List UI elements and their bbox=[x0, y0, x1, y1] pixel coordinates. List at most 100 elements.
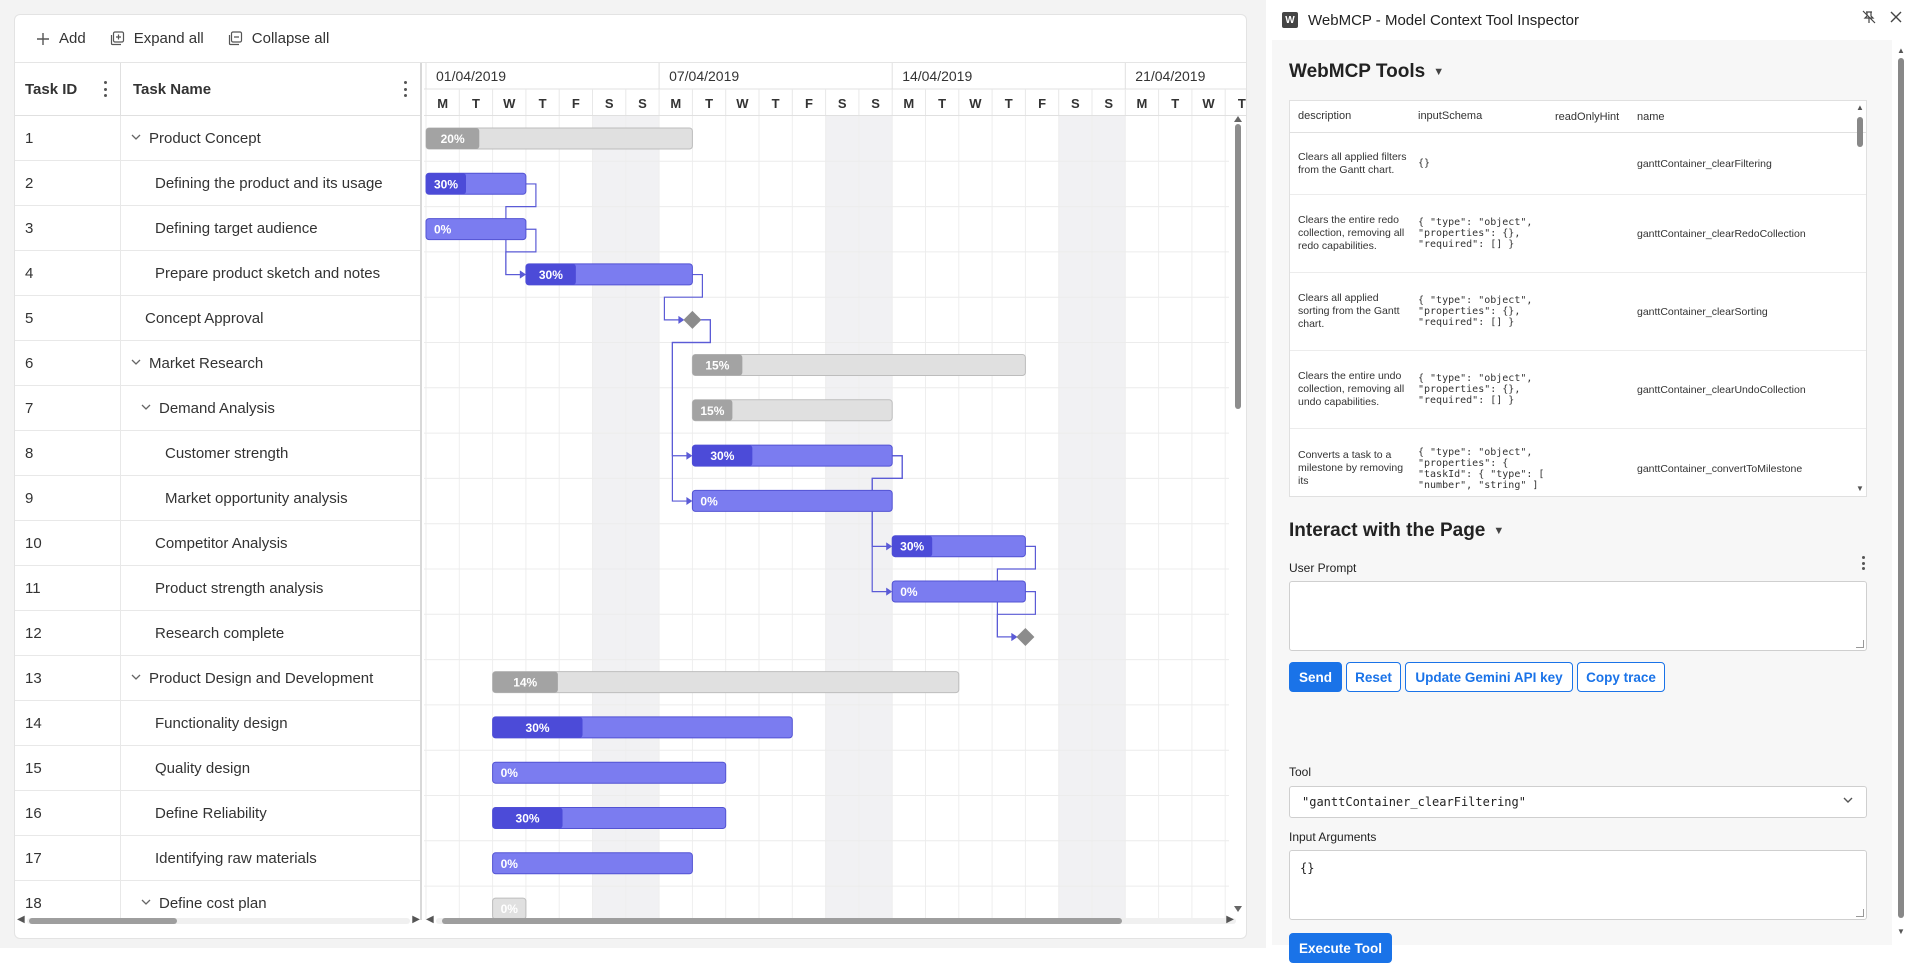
parent-task-bar[interactable]: 15% bbox=[691, 354, 1026, 376]
task-row[interactable]: 2 Defining the product and its usage bbox=[15, 161, 420, 206]
input-arguments-input[interactable]: {} bbox=[1289, 850, 1867, 920]
task-bar[interactable]: 30% bbox=[425, 172, 527, 195]
send-button[interactable]: Send bbox=[1289, 662, 1342, 692]
chevron-down-icon[interactable] bbox=[141, 402, 155, 415]
milestone-marker[interactable] bbox=[1016, 627, 1035, 646]
update-api-key-button[interactable]: Update Gemini API key bbox=[1405, 662, 1573, 692]
scroll-up-icon[interactable] bbox=[1234, 116, 1242, 122]
collapse-all-button[interactable]: Collapse all bbox=[228, 30, 329, 47]
task-bar[interactable]: 30% bbox=[691, 444, 893, 467]
task-row[interactable]: 16 Define Reliability bbox=[15, 791, 420, 836]
task-row[interactable]: 14 Functionality design bbox=[15, 701, 420, 746]
scrollbar-thumb[interactable] bbox=[1235, 124, 1241, 409]
scroll-left-icon[interactable]: ◀ bbox=[17, 914, 25, 925]
task-row[interactable]: 9 Market opportunity analysis bbox=[15, 476, 420, 521]
column-header-task-name[interactable]: Task Name bbox=[121, 63, 420, 116]
task-bar[interactable]: 0% bbox=[891, 580, 1026, 603]
tool-select[interactable]: "ganttContainer_clearFiltering" bbox=[1289, 786, 1867, 818]
prompt-menu-icon[interactable] bbox=[1862, 556, 1866, 570]
task-bar[interactable]: 30% bbox=[492, 716, 793, 739]
task-bar[interactable]: 0% bbox=[492, 852, 693, 875]
chart-horizontal-scrollbar[interactable]: ◀ ▶ bbox=[424, 914, 1246, 926]
caret-down-icon: ▼ bbox=[1433, 66, 1445, 78]
tools-table-scrollbar[interactable]: ▲ ▼ bbox=[1856, 103, 1864, 493]
task-id-cell: 16 bbox=[15, 791, 121, 835]
chevron-down-icon[interactable] bbox=[131, 132, 145, 145]
scroll-left-icon[interactable]: ◀ bbox=[426, 914, 434, 925]
chevron-down-icon[interactable] bbox=[131, 357, 145, 370]
chevron-down-icon[interactable] bbox=[131, 672, 145, 685]
copy-trace-button[interactable]: Copy trace bbox=[1577, 662, 1665, 692]
column-menu-icon[interactable] bbox=[104, 81, 108, 97]
tool-row[interactable]: Clears all applied filters from the Gant… bbox=[1290, 133, 1866, 195]
tool-row[interactable]: Clears the entire redo collection, remov… bbox=[1290, 195, 1866, 273]
task-row[interactable]: 11 Product strength analysis bbox=[15, 566, 420, 611]
chart-vertical-scrollbar[interactable] bbox=[1234, 116, 1242, 912]
task-row[interactable]: 10 Competitor Analysis bbox=[15, 521, 420, 566]
scroll-right-icon[interactable]: ▶ bbox=[1226, 914, 1234, 925]
tools-section-header[interactable]: WebMCP Tools ▼ bbox=[1289, 61, 1444, 83]
execute-tool-button[interactable]: Execute Tool bbox=[1289, 933, 1392, 963]
task-row[interactable]: 6 Market Research bbox=[15, 341, 420, 386]
close-icon[interactable] bbox=[1890, 10, 1902, 28]
task-row[interactable]: 15 Quality design bbox=[15, 746, 420, 791]
task-row[interactable]: 7 Demand Analysis bbox=[15, 386, 420, 431]
timeline-body: 20% 30% 0% 30% 15% 15% 30% 0% 30% 0% 14% 30% 0% 30% 0%… bbox=[424, 116, 1242, 920]
task-id-cell: 4 bbox=[15, 251, 121, 295]
milestone-marker[interactable] bbox=[683, 310, 702, 329]
inspector-scrollbar[interactable]: ▲ ▼ bbox=[1896, 46, 1906, 936]
scroll-down-icon[interactable] bbox=[1234, 906, 1242, 912]
progress-label: 0% bbox=[434, 223, 452, 237]
parent-task-bar[interactable]: 15% bbox=[691, 399, 893, 422]
parent-task-bar[interactable]: 14% bbox=[492, 671, 960, 694]
column-menu-icon[interactable] bbox=[404, 81, 408, 97]
scrollbar-thumb[interactable] bbox=[1857, 117, 1863, 147]
reset-button[interactable]: Reset bbox=[1346, 662, 1401, 692]
task-row[interactable]: 17 Identifying raw materials bbox=[15, 836, 420, 881]
user-prompt-input[interactable] bbox=[1289, 581, 1867, 651]
task-bar[interactable]: 0% bbox=[425, 218, 527, 241]
resize-handle-icon[interactable] bbox=[1856, 640, 1864, 648]
task-bar[interactable]: 30% bbox=[492, 807, 727, 829]
grid-horizontal-scrollbar[interactable]: ◀ ▶ bbox=[15, 914, 422, 926]
tool-row[interactable]: Clears all applied sorting from the Gant… bbox=[1290, 273, 1866, 351]
gantt-container: Add Expand all Collapse all Task ID Task… bbox=[14, 14, 1247, 939]
task-row[interactable]: 3 Defining target audience bbox=[15, 206, 420, 251]
task-row[interactable]: 12 Research complete bbox=[15, 611, 420, 656]
task-row[interactable]: 5 Concept Approval bbox=[15, 296, 420, 341]
chevron-down-icon[interactable] bbox=[141, 897, 155, 910]
scroll-right-icon[interactable]: ▶ bbox=[412, 914, 420, 925]
task-row[interactable]: 4 Prepare product sketch and notes bbox=[15, 251, 420, 296]
tool-row[interactable]: Converts a task to a milestone by removi… bbox=[1290, 429, 1866, 496]
scroll-up-icon[interactable]: ▲ bbox=[1897, 46, 1905, 55]
scrollbar-thumb[interactable] bbox=[442, 918, 1122, 924]
scroll-down-icon[interactable]: ▼ bbox=[1897, 927, 1905, 936]
task-bar[interactable]: 0% bbox=[492, 761, 727, 784]
add-button[interactable]: Add bbox=[35, 30, 86, 47]
task-bar[interactable]: 30% bbox=[525, 263, 693, 286]
progress-label: 0% bbox=[501, 766, 519, 780]
task-name-cell: Research complete bbox=[121, 611, 420, 655]
task-row[interactable]: 8 Customer strength bbox=[15, 431, 420, 476]
tool-row[interactable]: Clears the entire undo collection, remov… bbox=[1290, 351, 1866, 429]
task-bar[interactable]: 30% bbox=[891, 535, 1026, 558]
scrollbar-thumb[interactable] bbox=[29, 918, 177, 924]
task-bar[interactable]: 0% bbox=[691, 489, 893, 512]
unpin-icon[interactable] bbox=[1862, 10, 1876, 29]
day-label: S bbox=[638, 96, 647, 111]
resize-handle-icon[interactable] bbox=[1856, 909, 1864, 917]
task-name-label: Competitor Analysis bbox=[155, 534, 288, 552]
expand-all-button[interactable]: Expand all bbox=[110, 30, 204, 47]
day-label: M bbox=[903, 96, 914, 111]
interact-section-header[interactable]: Interact with the Page ▼ bbox=[1289, 520, 1504, 542]
task-row[interactable]: 1 Product Concept bbox=[15, 116, 420, 161]
scroll-down-icon[interactable]: ▼ bbox=[1856, 484, 1864, 493]
column-header-task-id[interactable]: Task ID bbox=[15, 63, 121, 116]
day-label: T bbox=[705, 96, 713, 111]
scroll-up-icon[interactable]: ▲ bbox=[1856, 103, 1864, 112]
tool-input-schema: { "type": "object", "properties": {}, "r… bbox=[1418, 217, 1533, 250]
task-name-cell: Defining target audience bbox=[121, 206, 420, 250]
parent-task-bar[interactable]: 20% bbox=[425, 127, 693, 150]
scrollbar-thumb[interactable] bbox=[1898, 58, 1904, 918]
task-row[interactable]: 13 Product Design and Development bbox=[15, 656, 420, 701]
